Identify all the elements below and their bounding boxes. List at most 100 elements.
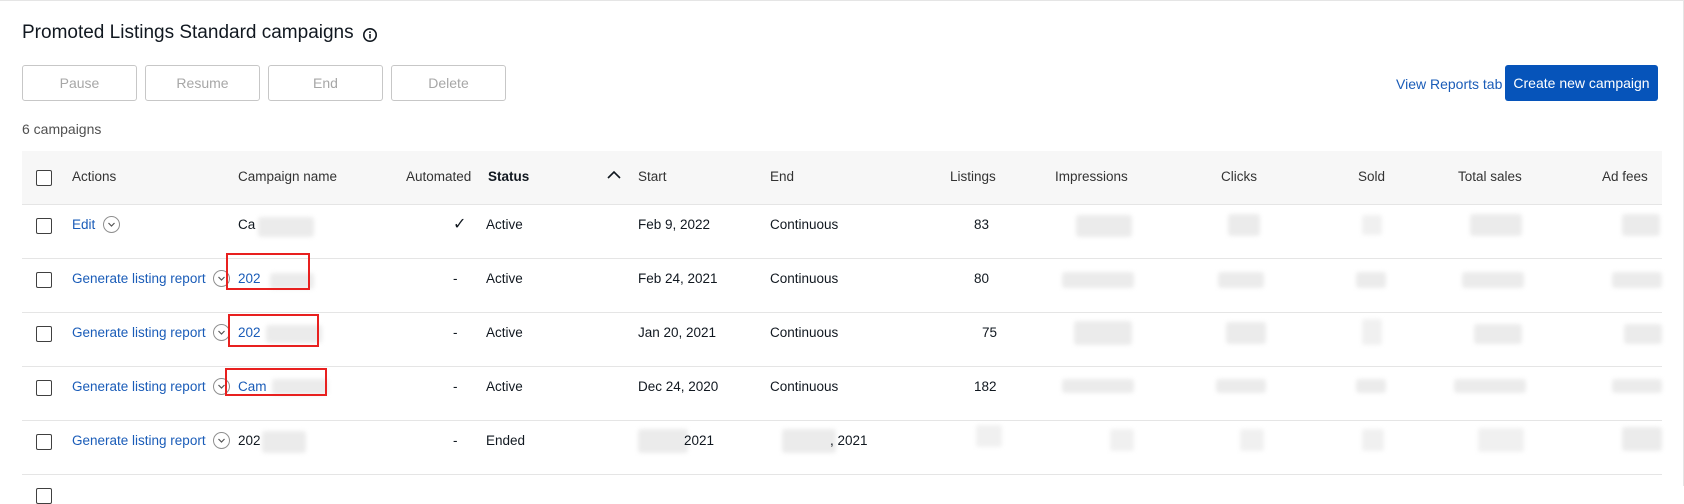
redacted-clicks — [1216, 379, 1266, 393]
redacted-impressions — [1074, 321, 1132, 345]
redacted-impressions — [1062, 379, 1134, 393]
end-button[interactable]: End — [268, 65, 383, 101]
campaign-name: Ca — [238, 217, 256, 232]
redacted-ad-fees — [1612, 272, 1662, 288]
redacted-sold — [1356, 272, 1386, 288]
row-action[interactable]: Generate listing report — [72, 323, 231, 341]
automated-value: - — [453, 379, 458, 394]
status-value: Active — [486, 379, 523, 394]
row-action[interactable]: Generate listing report — [72, 377, 231, 395]
row-checkbox[interactable] — [36, 380, 52, 396]
redacted-total-sales — [1454, 379, 1526, 393]
header-clicks[interactable]: Clicks — [1221, 169, 1257, 184]
redacted-clicks — [1218, 272, 1264, 288]
start-date: Feb 24, 2021 — [638, 271, 718, 286]
redacted-start-date — [638, 429, 688, 453]
view-reports-link[interactable]: View Reports tab — [1396, 76, 1502, 92]
status-value: Active — [486, 271, 523, 286]
chevron-down-icon[interactable] — [213, 431, 231, 449]
table-row: Generate listing report 202 - Ended 2021… — [22, 421, 1662, 475]
row-action[interactable]: Edit — [72, 215, 121, 233]
automated-value: - — [453, 271, 458, 286]
row-action-label[interactable]: Generate listing report — [72, 433, 206, 448]
bulk-action-buttons: Pause Resume End Delete — [22, 65, 506, 101]
row-action-label[interactable]: Edit — [72, 217, 95, 232]
redacted-ad-fees — [1622, 214, 1660, 236]
start-date: Dec 24, 2020 — [638, 379, 719, 394]
row-action[interactable]: Generate listing report — [72, 269, 231, 287]
highlight-box — [228, 314, 319, 347]
campaign-count: 6 campaigns — [22, 121, 102, 137]
redacted-ad-fees — [1622, 427, 1662, 451]
redacted-impressions — [1110, 429, 1134, 451]
row-checkbox[interactable] — [36, 488, 52, 504]
table-row: Generate listing report Cam - Active Dec… — [22, 367, 1662, 421]
row-action[interactable]: Generate listing report — [72, 431, 231, 449]
table-row: Generate listing report 202 - Active Feb… — [22, 253, 1662, 313]
pause-button[interactable]: Pause — [22, 65, 137, 101]
redacted-name — [262, 431, 306, 453]
table-row — [22, 475, 1662, 504]
redacted-ad-fees — [1612, 379, 1662, 393]
header-total-sales[interactable]: Total sales — [1458, 169, 1522, 184]
listings-count: 83 — [974, 217, 990, 232]
header-actions: Actions — [72, 169, 117, 184]
page-title-text: Promoted Listings Standard campaigns — [22, 22, 354, 43]
header-automated[interactable]: Automated — [406, 169, 471, 184]
highlight-box — [226, 253, 310, 290]
end-date: , 2021 — [830, 433, 868, 448]
start-date: Jan 20, 2021 — [638, 325, 717, 340]
listings-count: 182 — [974, 379, 997, 394]
redacted-end-date — [782, 429, 836, 453]
status-value: Ended — [486, 433, 526, 448]
start-date: Feb 9, 2022 — [638, 217, 711, 232]
redacted-impressions — [1062, 272, 1134, 288]
row-checkbox[interactable] — [36, 434, 52, 450]
info-icon[interactable] — [362, 27, 378, 43]
header-campaign-name[interactable]: Campaign name — [238, 169, 337, 184]
page-title: Promoted Listings Standard campaigns — [22, 22, 378, 44]
chevron-down-icon[interactable] — [103, 215, 121, 233]
row-action-label[interactable]: Generate listing report — [72, 271, 206, 286]
row-checkbox[interactable] — [36, 272, 52, 288]
end-date: Continuous — [770, 325, 839, 340]
redacted-name — [258, 217, 314, 237]
redacted-sold — [1362, 429, 1384, 451]
delete-button[interactable]: Delete — [391, 65, 506, 101]
redacted-listings — [976, 425, 1002, 447]
header-ad-fees[interactable]: Ad fees — [1602, 169, 1648, 184]
row-checkbox[interactable] — [36, 326, 52, 342]
automated-check-icon: ✓ — [453, 216, 467, 233]
status-value: Active — [486, 325, 523, 340]
header-end[interactable]: End — [770, 169, 794, 184]
header-status[interactable]: Status — [488, 169, 529, 184]
table-row: Edit Ca ✓ Active Feb 9, 2022 Continuous … — [22, 205, 1662, 259]
end-date: Continuous — [770, 271, 839, 286]
row-checkbox[interactable] — [36, 218, 52, 234]
header-listings[interactable]: Listings — [950, 169, 996, 184]
redacted-ad-fees — [1624, 324, 1662, 344]
redacted-total-sales — [1462, 272, 1524, 288]
start-date: 2021 — [684, 433, 715, 448]
highlight-box — [225, 368, 327, 396]
campaigns-table: Actions Campaign name Automated Status S… — [22, 151, 1662, 504]
header-sold[interactable]: Sold — [1358, 169, 1385, 184]
automated-value: - — [453, 433, 458, 448]
campaign-name: 202 — [238, 433, 261, 448]
row-action-label[interactable]: Generate listing report — [72, 325, 206, 340]
resume-button[interactable]: Resume — [145, 65, 260, 101]
listings-count: 80 — [974, 271, 990, 286]
redacted-clicks — [1228, 214, 1260, 236]
automated-value: - — [453, 325, 458, 340]
header-start[interactable]: Start — [638, 169, 667, 184]
redacted-total-sales — [1470, 214, 1522, 236]
select-all-checkbox[interactable] — [36, 170, 52, 186]
table-header: Actions Campaign name Automated Status S… — [22, 151, 1662, 205]
row-action-label[interactable]: Generate listing report — [72, 379, 206, 394]
end-date: Continuous — [770, 379, 839, 394]
redacted-sold — [1362, 215, 1382, 235]
table-row: Generate listing report 202 - Active Jan… — [22, 313, 1662, 367]
create-campaign-button[interactable]: Create new campaign — [1505, 65, 1658, 101]
header-impressions[interactable]: Impressions — [1055, 169, 1128, 184]
chevron-up-icon[interactable] — [605, 166, 623, 184]
